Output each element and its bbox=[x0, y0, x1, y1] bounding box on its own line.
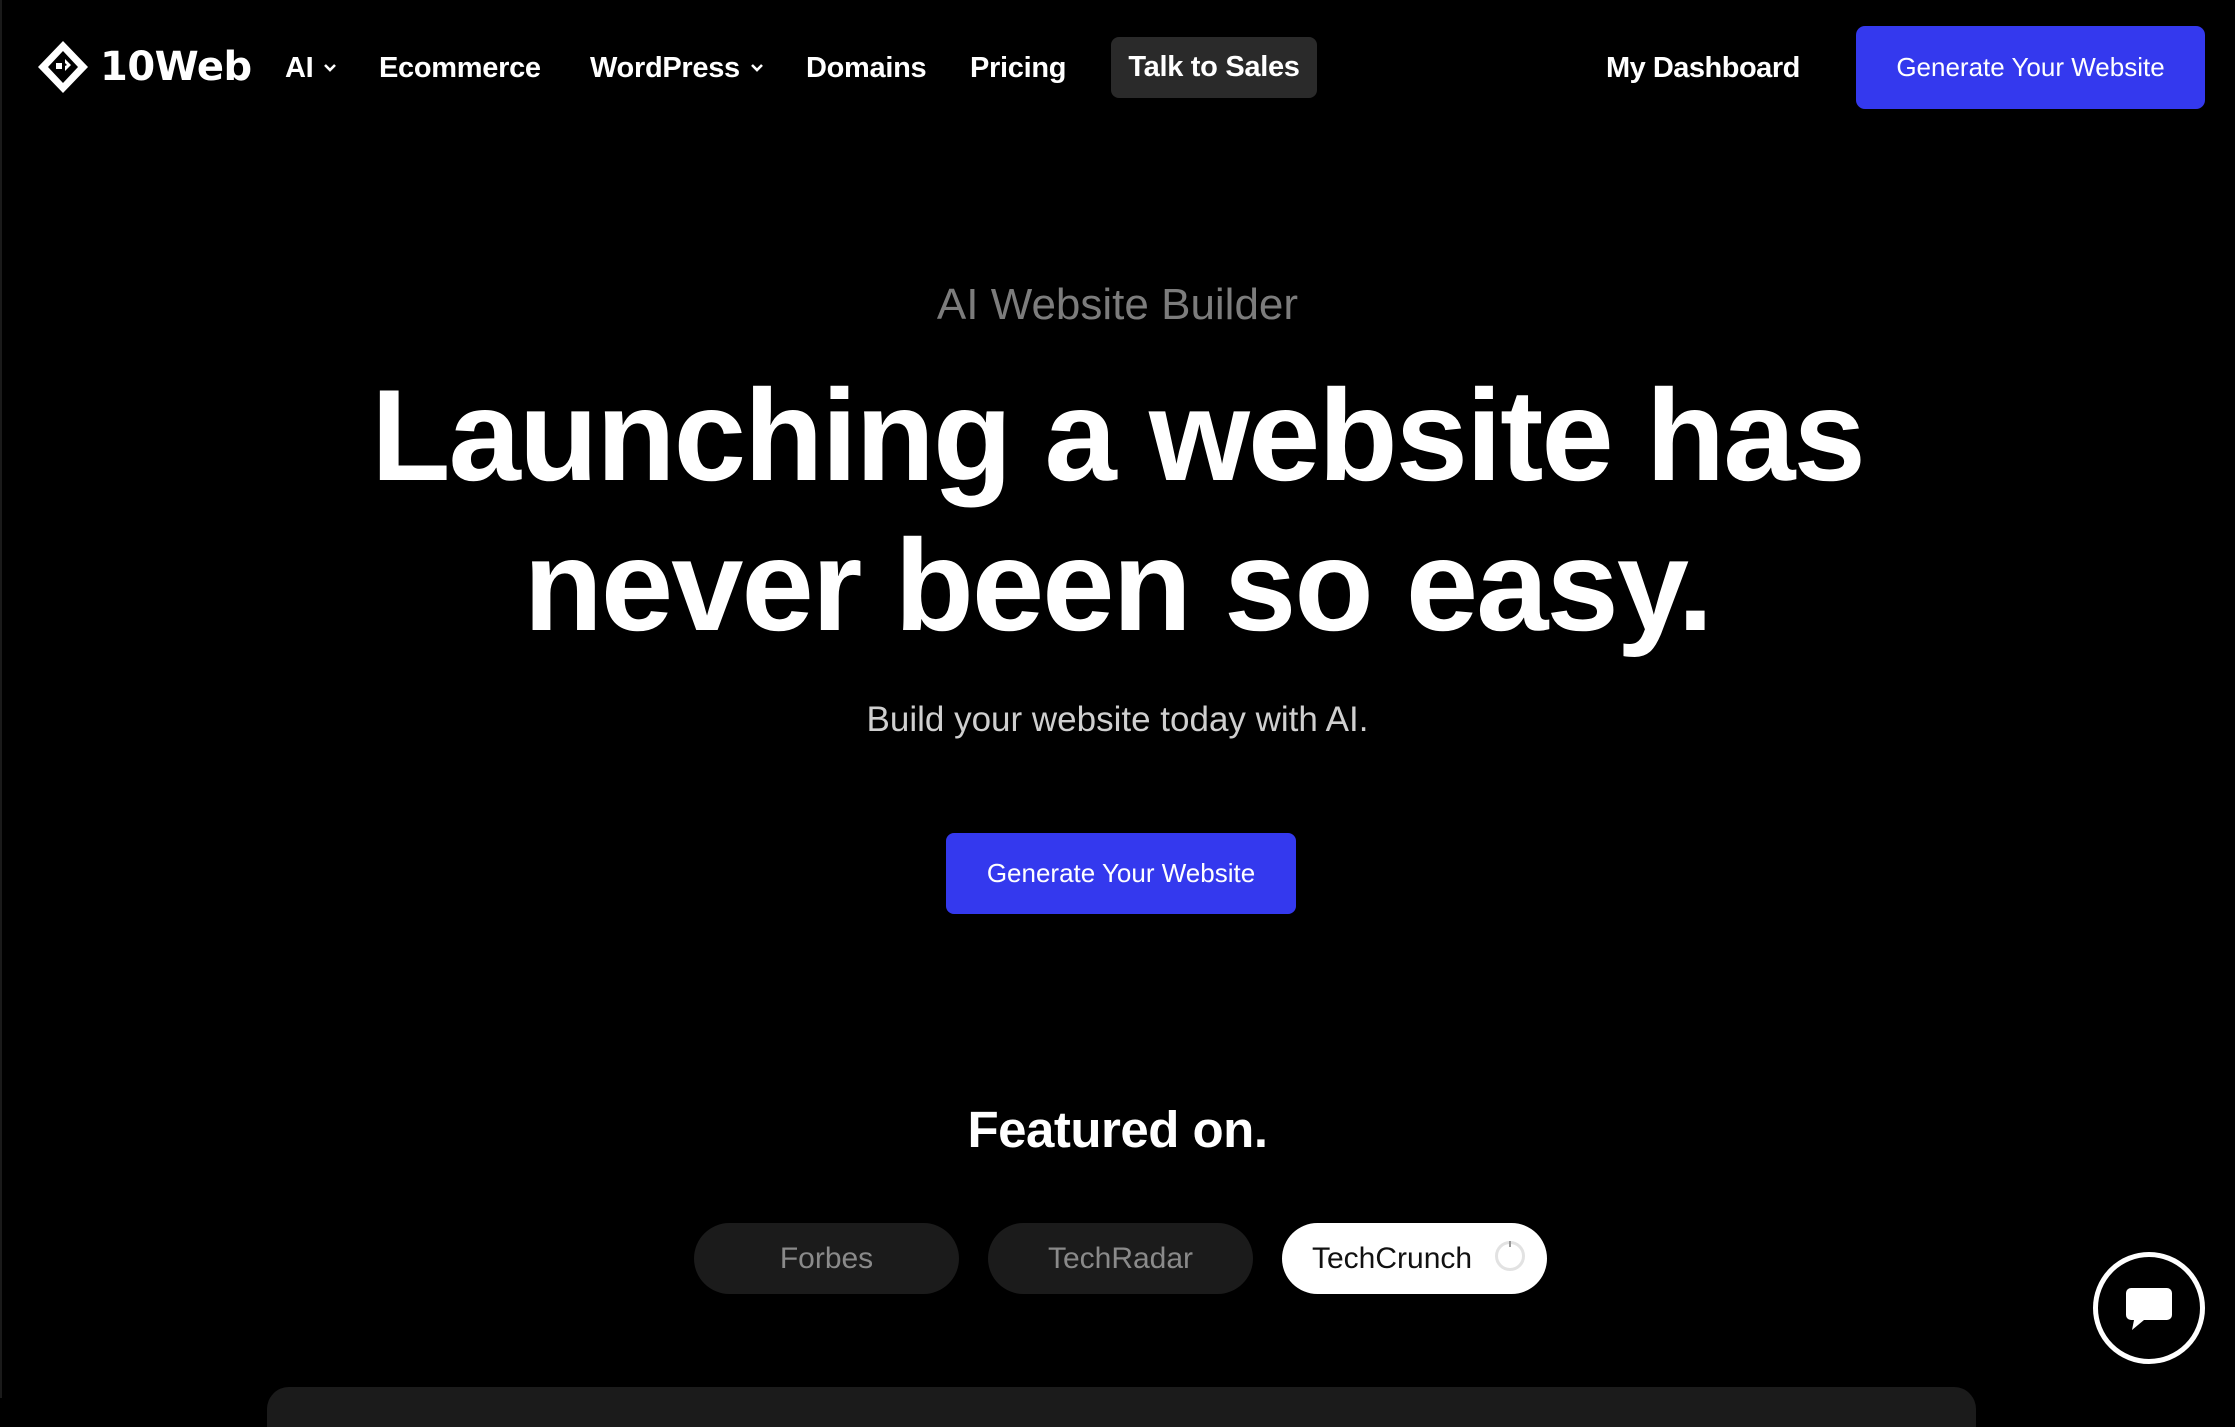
nav-item-pricing[interactable]: Pricing bbox=[970, 46, 1067, 90]
tab-label: Forbes bbox=[779, 1241, 874, 1275]
chevron-down-icon bbox=[324, 64, 337, 72]
brand-name: 10Web bbox=[100, 44, 252, 90]
nav-item-label: Domains bbox=[806, 51, 927, 84]
generate-website-nav-button[interactable]: Generate Your Website bbox=[1856, 26, 2205, 109]
headline-line-2: never been so easy. bbox=[523, 512, 1713, 658]
featured-tab-forbes[interactable]: Forbes bbox=[694, 1223, 959, 1294]
chevron-down-icon bbox=[750, 64, 763, 72]
tab-label: TechRadar bbox=[1047, 1241, 1194, 1275]
nav-item-label: WordPress bbox=[590, 51, 740, 84]
nav-item-label: Ecommerce bbox=[379, 51, 541, 84]
nav-item-ai[interactable]: AI bbox=[285, 46, 337, 90]
nav-item-domains[interactable]: Domains bbox=[806, 46, 927, 90]
window-edge bbox=[0, 0, 2, 1398]
chat-bubble-icon bbox=[2126, 1288, 2172, 1330]
my-dashboard-link[interactable]: My Dashboard bbox=[1606, 46, 1800, 90]
loading-spinner-icon bbox=[1495, 1241, 1525, 1271]
hero-eyebrow: AI Website Builder bbox=[936, 280, 1299, 329]
hero-subtext: Build your website today with AI. bbox=[866, 700, 1369, 739]
featured-title: Featured on. bbox=[967, 1101, 1268, 1158]
10web-logo-icon bbox=[38, 41, 88, 93]
nav-item-label: Pricing bbox=[970, 51, 1067, 84]
nav-item-ecommerce[interactable]: Ecommerce bbox=[379, 46, 541, 90]
content-preview-panel bbox=[267, 1387, 1976, 1427]
nav-item-label: AI bbox=[285, 51, 314, 84]
headline-line-1: Launching a website has bbox=[371, 362, 1866, 508]
talk-to-sales-button[interactable]: Talk to Sales bbox=[1111, 37, 1317, 98]
chat-widget-button[interactable] bbox=[2093, 1252, 2205, 1364]
generate-website-hero-button[interactable]: Generate Your Website bbox=[946, 833, 1296, 914]
featured-tab-techcrunch[interactable]: TechCrunch bbox=[1282, 1223, 1547, 1294]
hero-headline: Launching a website has never been so ea… bbox=[0, 360, 2235, 660]
nav-item-wordpress[interactable]: WordPress bbox=[590, 46, 764, 90]
tab-label: TechCrunch bbox=[1312, 1241, 1473, 1275]
brand-logo[interactable]: 10Web bbox=[36, 38, 252, 96]
featured-tab-techradar[interactable]: TechRadar bbox=[988, 1223, 1253, 1294]
